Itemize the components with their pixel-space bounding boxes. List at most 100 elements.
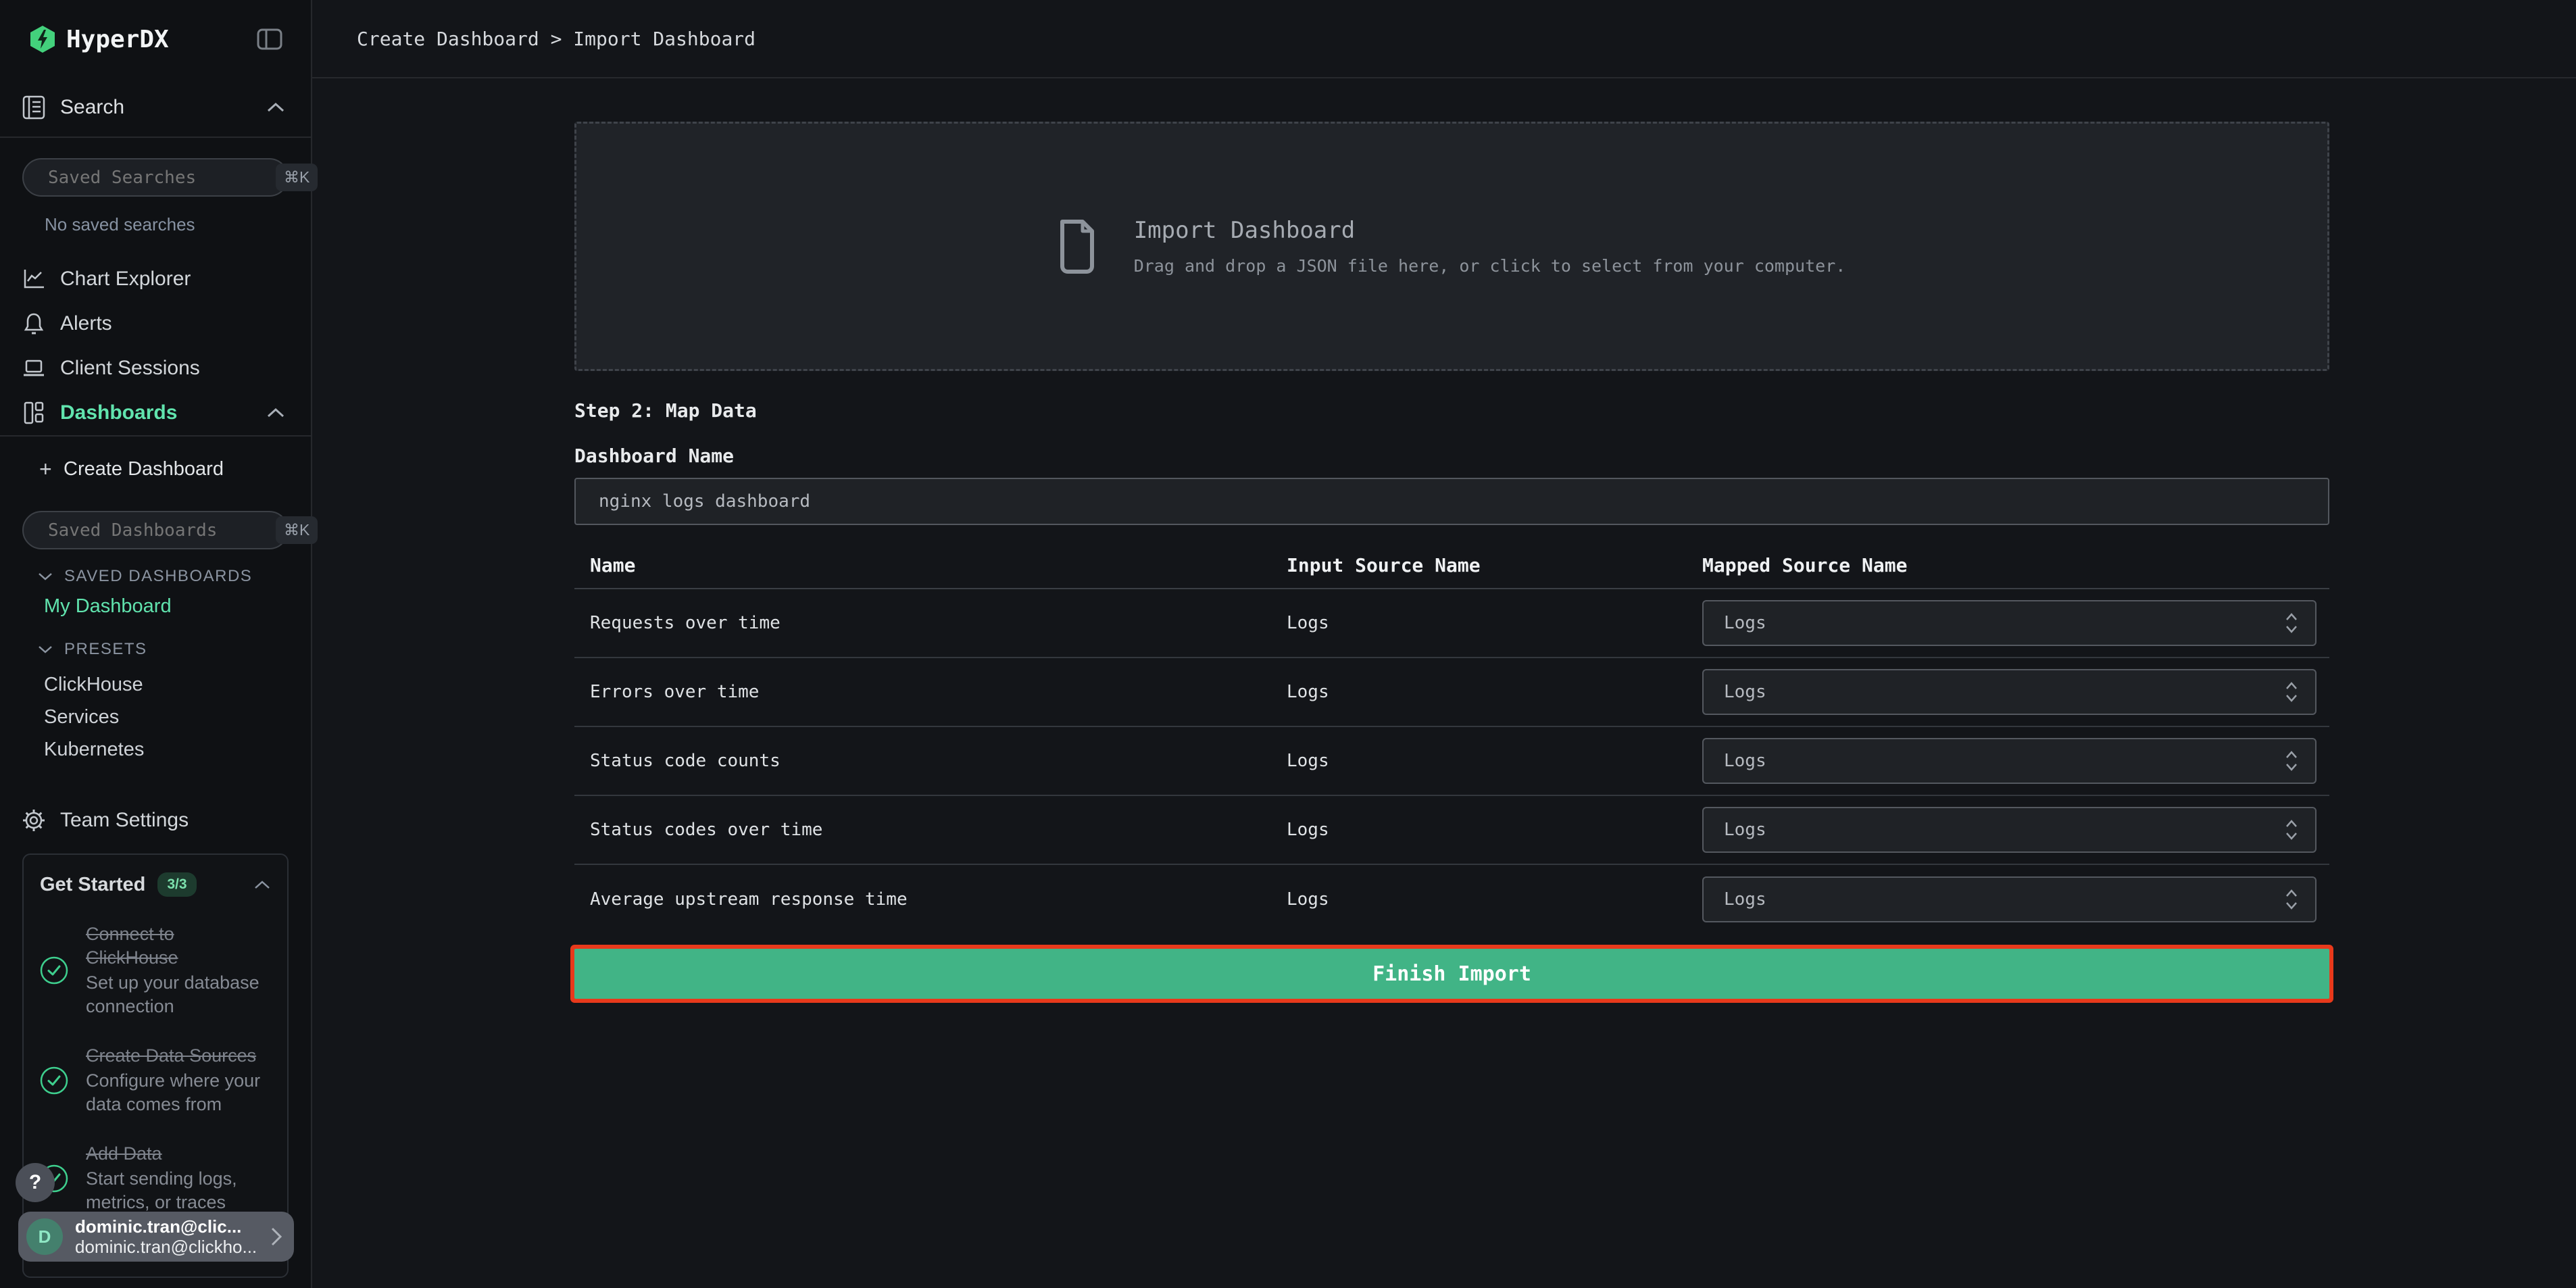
saved-dashboards-group[interactable]: SAVED DASHBOARDS bbox=[37, 563, 311, 590]
input-source-cell: Logs bbox=[1287, 820, 1702, 840]
get-started-item-title: Connect to ClickHouse bbox=[86, 922, 270, 970]
breadcrumb: Create Dashboard > Import Dashboard bbox=[357, 28, 756, 50]
mapped-source-select[interactable]: Logs bbox=[1702, 669, 2317, 715]
chart-icon bbox=[22, 269, 45, 289]
column-header-name: Name bbox=[574, 554, 1287, 576]
sidebar-item-chart-explorer[interactable]: Chart Explorer bbox=[0, 257, 311, 301]
get-started-item-desc: Start sending logs, metrics, or traces bbox=[86, 1167, 270, 1214]
chevron-down-icon bbox=[37, 572, 53, 581]
sidebar-item-services[interactable]: Services bbox=[0, 701, 311, 733]
get-started-title: Get Started bbox=[40, 874, 145, 896]
mapped-source-cell: Logs bbox=[1702, 807, 2329, 853]
dashboard-name-input[interactable] bbox=[574, 478, 2329, 525]
get-started-item-desc: Configure where your data comes from bbox=[86, 1069, 270, 1116]
dashboard-name-label: Dashboard Name bbox=[574, 445, 2329, 467]
dropzone-title: Import Dashboard bbox=[1134, 217, 1846, 244]
mapping-table: Name Input Source Name Mapped Source Nam… bbox=[574, 543, 2329, 934]
select-chevrons-icon bbox=[2284, 680, 2299, 703]
tile-name-cell: Average upstream response time bbox=[574, 889, 1287, 910]
journal-icon bbox=[22, 95, 45, 120]
sidebar-item-my-dashboard[interactable]: My Dashboard bbox=[0, 590, 311, 622]
select-chevrons-icon bbox=[2284, 888, 2299, 911]
hyperdx-logo-icon bbox=[30, 25, 55, 53]
select-chevrons-icon bbox=[2284, 818, 2299, 841]
sidebar-toggle-icon[interactable] bbox=[257, 28, 282, 50]
chevron-up-icon bbox=[253, 880, 271, 890]
mapped-source-select[interactable]: Logs bbox=[1702, 738, 2317, 784]
saved-dashboards-input[interactable]: ⌘K bbox=[22, 511, 289, 549]
mapped-source-select[interactable]: Logs bbox=[1702, 600, 2317, 646]
bell-icon bbox=[22, 312, 45, 335]
logo-row: HyperDX bbox=[0, 0, 311, 78]
saved-searches-field[interactable] bbox=[48, 168, 276, 188]
table-header-row: Name Input Source Name Mapped Source Nam… bbox=[574, 543, 2329, 589]
tile-name-cell: Status codes over time bbox=[574, 820, 1287, 840]
mapped-source-select[interactable]: Logs bbox=[1702, 807, 2317, 853]
mapped-source-cell: Logs bbox=[1702, 876, 2329, 922]
chevron-up-icon bbox=[266, 407, 285, 418]
sidebar-section-search[interactable]: Search bbox=[0, 78, 311, 138]
table-row: Status code countsLogsLogs bbox=[574, 727, 2329, 796]
chevron-up-icon bbox=[266, 102, 285, 113]
user-name: dominic.tran@clic... bbox=[75, 1216, 270, 1237]
sidebar-item-clickhouse[interactable]: ClickHouse bbox=[0, 668, 311, 701]
divider bbox=[0, 435, 311, 437]
get-started-item[interactable]: Connect to ClickHouseSet up your databas… bbox=[40, 922, 271, 1018]
mapped-source-cell: Logs bbox=[1702, 669, 2329, 715]
mapped-source-select[interactable]: Logs bbox=[1702, 876, 2317, 922]
laptop-icon bbox=[22, 359, 45, 378]
user-email: dominic.tran@clickho... bbox=[75, 1237, 270, 1257]
topbar: Create Dashboard > Import Dashboard bbox=[312, 0, 2576, 78]
input-source-cell: Logs bbox=[1287, 682, 1702, 702]
table-row: Average upstream response timeLogsLogs bbox=[574, 865, 2329, 934]
saved-dashboards-field[interactable] bbox=[48, 520, 276, 541]
get-started-item[interactable]: Create Data SourcesConfigure where your … bbox=[40, 1044, 271, 1116]
sidebar-item-dashboards[interactable]: Dashboards bbox=[0, 391, 311, 435]
sidebar-item-client-sessions[interactable]: Client Sessions bbox=[0, 346, 311, 391]
table-body: Requests over timeLogsLogsErrors over ti… bbox=[574, 589, 2329, 934]
gear-icon bbox=[22, 809, 45, 832]
mapped-source-cell: Logs bbox=[1702, 600, 2329, 646]
plus-icon: + bbox=[39, 457, 64, 482]
no-saved-searches-text: No saved searches bbox=[45, 214, 311, 235]
dropzone-subtitle: Drag and drop a JSON file here, or click… bbox=[1134, 256, 1846, 276]
json-dropzone[interactable]: Import Dashboard Drag and drop a JSON fi… bbox=[574, 122, 2329, 371]
table-row: Status codes over timeLogsLogs bbox=[574, 796, 2329, 865]
sidebar: HyperDX Search ⌘K No saved searches bbox=[0, 0, 312, 1288]
column-header-mapped-source: Mapped Source Name bbox=[1702, 554, 2329, 576]
column-header-input-source: Input Source Name bbox=[1287, 554, 1702, 576]
create-dashboard-button[interactable]: + Create Dashboard bbox=[0, 447, 311, 491]
user-menu[interactable]: D dominic.tran@clic... dominic.tran@clic… bbox=[18, 1212, 294, 1262]
table-row: Errors over timeLogsLogs bbox=[574, 658, 2329, 727]
select-chevrons-icon bbox=[2284, 612, 2299, 635]
avatar: D bbox=[26, 1218, 63, 1255]
select-chevrons-icon bbox=[2284, 749, 2299, 772]
help-button[interactable]: ? bbox=[16, 1163, 55, 1202]
sidebar-item-alerts[interactable]: Alerts bbox=[0, 301, 311, 346]
check-circle-icon bbox=[40, 956, 68, 985]
chevron-down-icon bbox=[37, 645, 53, 654]
finish-import-button[interactable]: Finish Import bbox=[574, 949, 2329, 999]
input-source-cell: Logs bbox=[1287, 751, 1702, 771]
mapped-source-cell: Logs bbox=[1702, 738, 2329, 784]
sidebar-item-team-settings[interactable]: Team Settings bbox=[0, 798, 311, 843]
import-dashboard-content: Import Dashboard Drag and drop a JSON fi… bbox=[574, 78, 2329, 999]
shortcut-badge: ⌘K bbox=[276, 164, 318, 191]
presets-group[interactable]: PRESETS bbox=[37, 636, 311, 663]
check-circle-icon bbox=[40, 1066, 68, 1095]
get-started-items: Connect to ClickHouseSet up your databas… bbox=[40, 922, 271, 1214]
sidebar-item-kubernetes[interactable]: Kubernetes bbox=[0, 733, 311, 766]
chevron-right-icon bbox=[270, 1227, 283, 1247]
tile-name-cell: Status code counts bbox=[574, 751, 1287, 771]
input-source-cell: Logs bbox=[1287, 613, 1702, 633]
get-started-progress-badge: 3/3 bbox=[157, 872, 196, 897]
get-started-item-desc: Set up your database connection bbox=[86, 971, 270, 1018]
get-started-header[interactable]: Get Started 3/3 bbox=[40, 872, 271, 897]
sidebar-nav: Chart Explorer Alerts Client Sessions bbox=[0, 257, 311, 435]
tile-name-cell: Errors over time bbox=[574, 682, 1287, 702]
get-started-item[interactable]: Add DataStart sending logs, metrics, or … bbox=[40, 1142, 271, 1214]
saved-searches-input[interactable]: ⌘K bbox=[22, 158, 289, 197]
step-title: Step 2: Map Data bbox=[574, 399, 2329, 422]
file-icon bbox=[1058, 219, 1096, 274]
shortcut-badge: ⌘K bbox=[276, 516, 318, 544]
